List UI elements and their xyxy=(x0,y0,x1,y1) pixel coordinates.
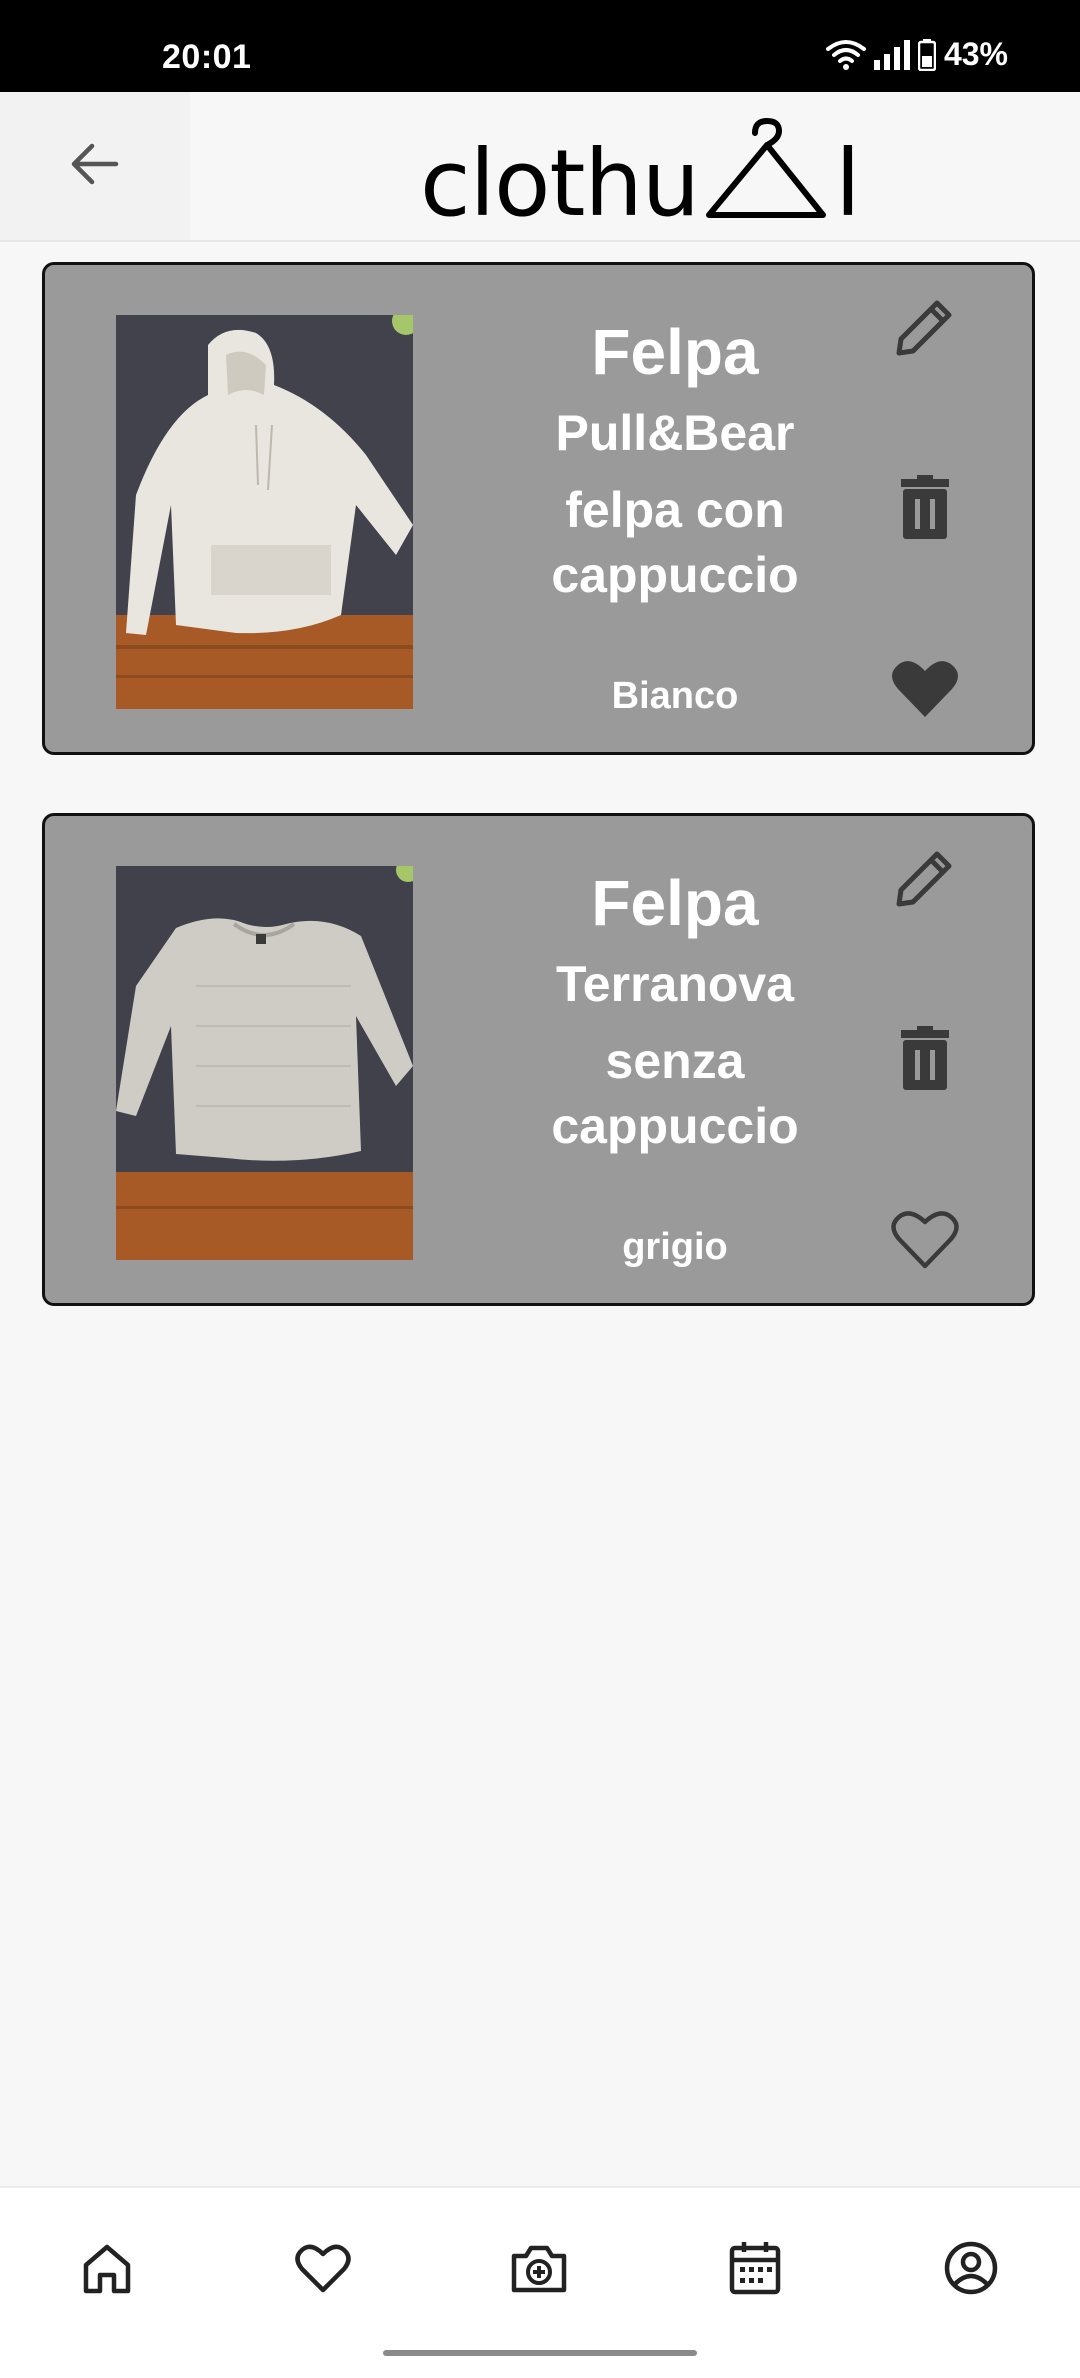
item-color: grigio xyxy=(622,1226,728,1268)
status-time: 20:01 xyxy=(162,38,252,76)
status-icons: 43% xyxy=(825,36,1008,73)
trash-icon xyxy=(897,1025,953,1095)
item-type: Felpa xyxy=(591,867,759,939)
status-bar: 20:01 43% xyxy=(0,0,1080,92)
pencil-icon xyxy=(891,293,959,366)
item-desc-line-3: cappuccio xyxy=(551,547,799,604)
camera-add-icon xyxy=(510,2242,568,2299)
calendar-icon xyxy=(728,2240,782,2301)
item-desc-line-1: Terranova xyxy=(555,956,795,1013)
delete-button[interactable] xyxy=(885,469,965,549)
arrow-left-icon xyxy=(70,142,120,191)
logo-suffix: l xyxy=(835,130,861,237)
nav-profile[interactable] xyxy=(935,2234,1007,2306)
back-button[interactable] xyxy=(0,92,190,240)
wifi-icon xyxy=(825,39,866,71)
signal-icon xyxy=(873,39,910,70)
delete-button[interactable] xyxy=(885,1020,965,1100)
item-desc-line-3: cappuccio xyxy=(551,1098,799,1155)
clothing-photo xyxy=(116,315,413,709)
nav-home[interactable] xyxy=(71,2234,143,2306)
edit-button[interactable] xyxy=(885,289,965,369)
battery-icon xyxy=(917,38,936,71)
clothing-card[interactable]: Felpa Terranova senza cappuccio grigio xyxy=(42,813,1035,1306)
item-color: Bianco xyxy=(611,675,739,717)
heart-filled-icon xyxy=(890,657,960,724)
clothing-card[interactable]: Felpa Pull&Bear felpa con cappuccio Bian… xyxy=(42,262,1035,755)
trash-icon xyxy=(897,474,953,544)
favorite-button[interactable] xyxy=(885,650,965,730)
clothing-info: Felpa Terranova senza cappuccio xyxy=(485,868,865,1159)
edit-button[interactable] xyxy=(885,840,965,920)
logo-text: clothu xyxy=(420,130,700,237)
favorite-button[interactable] xyxy=(885,1201,965,1281)
clothing-photo xyxy=(116,866,413,1260)
app-logo: clothu l xyxy=(420,110,861,237)
nav-favorites[interactable] xyxy=(287,2234,359,2306)
item-desc-line-2: felpa con xyxy=(565,482,785,539)
heart-outline-icon xyxy=(890,1208,960,1275)
nav-add-clothing[interactable] xyxy=(503,2234,575,2306)
item-desc-line-1: Pull&Bear xyxy=(555,405,795,462)
heart-icon xyxy=(294,2242,352,2299)
hanger-icon xyxy=(705,117,829,226)
profile-icon xyxy=(943,2240,999,2301)
home-indicator[interactable] xyxy=(383,2350,697,2356)
item-desc-line-2: senza xyxy=(605,1033,745,1090)
home-icon xyxy=(80,2241,134,2300)
pencil-icon xyxy=(891,844,959,917)
nav-calendar[interactable] xyxy=(719,2234,791,2306)
clothing-info: Felpa Pull&Bear felpa con cappuccio xyxy=(485,317,865,608)
item-type: Felpa xyxy=(591,316,759,388)
app-header: clothu l xyxy=(0,92,1080,242)
battery-percent: 43% xyxy=(943,36,1008,72)
